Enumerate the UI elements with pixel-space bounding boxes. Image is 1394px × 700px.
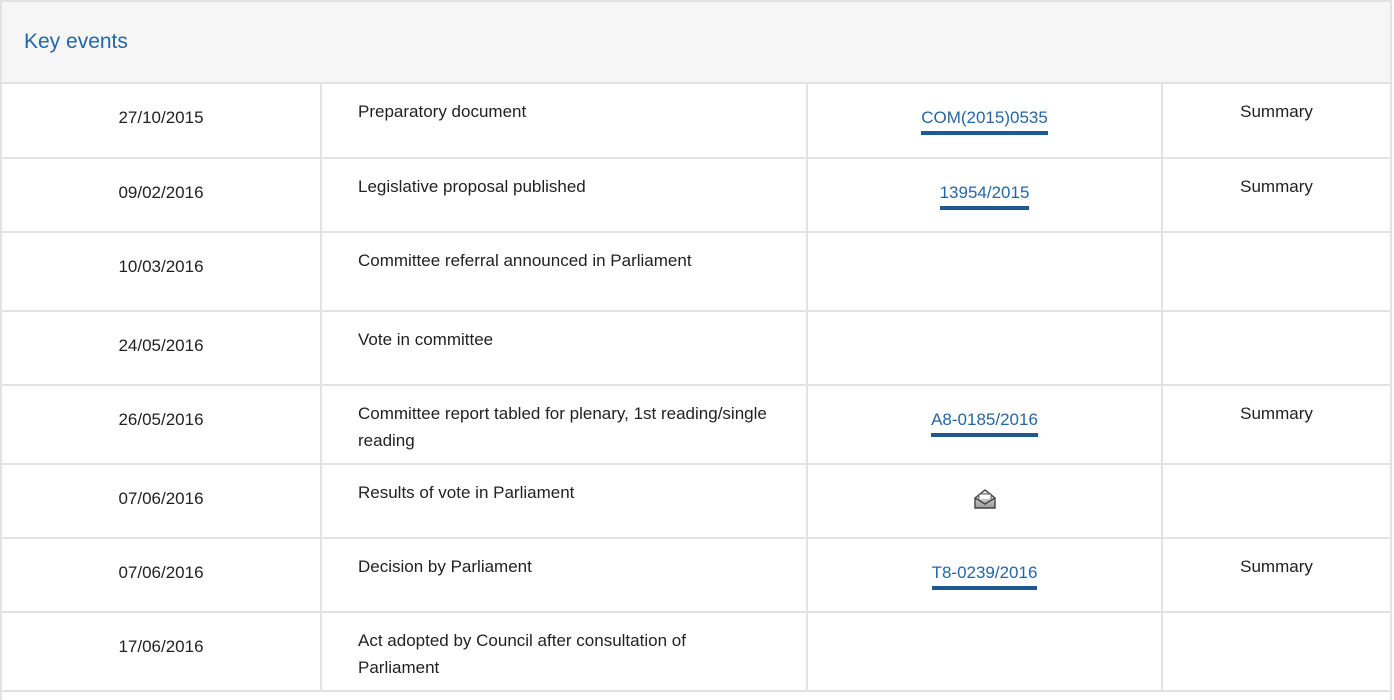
event-description: Vote in committee (321, 311, 808, 386)
table-row: 26/05/2016 Committee report tabled for p… (2, 385, 1390, 465)
event-date: 10/03/2016 (2, 232, 322, 312)
key-events-table: 27/10/2015 Preparatory document COM(2015… (2, 84, 1390, 692)
event-reference: T8-0239/2016 (807, 538, 1163, 613)
document-link[interactable]: T8-0239/2016 (931, 561, 1038, 590)
table-row: 10/03/2016 Committee referral announced … (2, 232, 1390, 312)
event-description: Results of vote in Parliament (321, 464, 808, 539)
key-events-panel: Key events 27/10/2015 Preparatory docume… (0, 0, 1392, 700)
summary-cell: Summary (1162, 385, 1390, 465)
event-date: 07/06/2016 (2, 464, 322, 539)
summary-cell: Summary (1162, 84, 1390, 159)
table-row: 24/05/2016 Vote in committee (2, 311, 1390, 386)
panel-header: Key events (2, 2, 1390, 84)
summary-cell: Summary (1162, 538, 1390, 613)
event-date: 24/05/2016 (2, 311, 322, 386)
document-link[interactable]: 13954/2015 (939, 181, 1030, 210)
event-date: 26/05/2016 (2, 385, 322, 465)
panel-title: Key events (24, 30, 128, 53)
table-row: 07/06/2016 Results of vote in Parliament (2, 464, 1390, 539)
table-row: 09/02/2016 Legislative proposal publishe… (2, 158, 1390, 233)
event-reference (807, 311, 1163, 386)
event-reference: A8-0185/2016 (807, 385, 1163, 465)
table-row: 27/10/2015 Preparatory document COM(2015… (2, 84, 1390, 159)
event-description: Decision by Parliament (321, 538, 808, 613)
summary-cell (1162, 464, 1390, 539)
event-description: Committee report tabled for plenary, 1st… (321, 385, 808, 465)
summary-cell (1162, 612, 1390, 692)
summary-cell (1162, 311, 1390, 386)
table-row: 17/06/2016 Act adopted by Council after … (2, 612, 1390, 692)
summary-cell: Summary (1162, 158, 1390, 233)
table-row: 07/06/2016 Decision by Parliament T8-023… (2, 538, 1390, 613)
event-description: Legislative proposal published (321, 158, 808, 233)
event-description: Committee referral announced in Parliame… (321, 232, 808, 312)
event-reference: COM(2015)0535 (807, 84, 1163, 159)
event-description: Preparatory document (321, 84, 808, 159)
document-link[interactable]: A8-0185/2016 (931, 408, 1038, 437)
event-reference: 13954/2015 (807, 158, 1163, 233)
event-description: Act adopted by Council after consultatio… (321, 612, 808, 692)
event-reference (807, 232, 1163, 312)
summary-cell (1162, 232, 1390, 312)
event-date: 09/02/2016 (2, 158, 322, 233)
document-link[interactable]: COM(2015)0535 (921, 106, 1048, 135)
vote-results-icon[interactable] (973, 485, 996, 517)
event-date: 07/06/2016 (2, 538, 322, 613)
event-reference (807, 612, 1163, 692)
event-date: 27/10/2015 (2, 84, 322, 159)
event-date: 17/06/2016 (2, 612, 322, 692)
event-reference (807, 464, 1163, 539)
